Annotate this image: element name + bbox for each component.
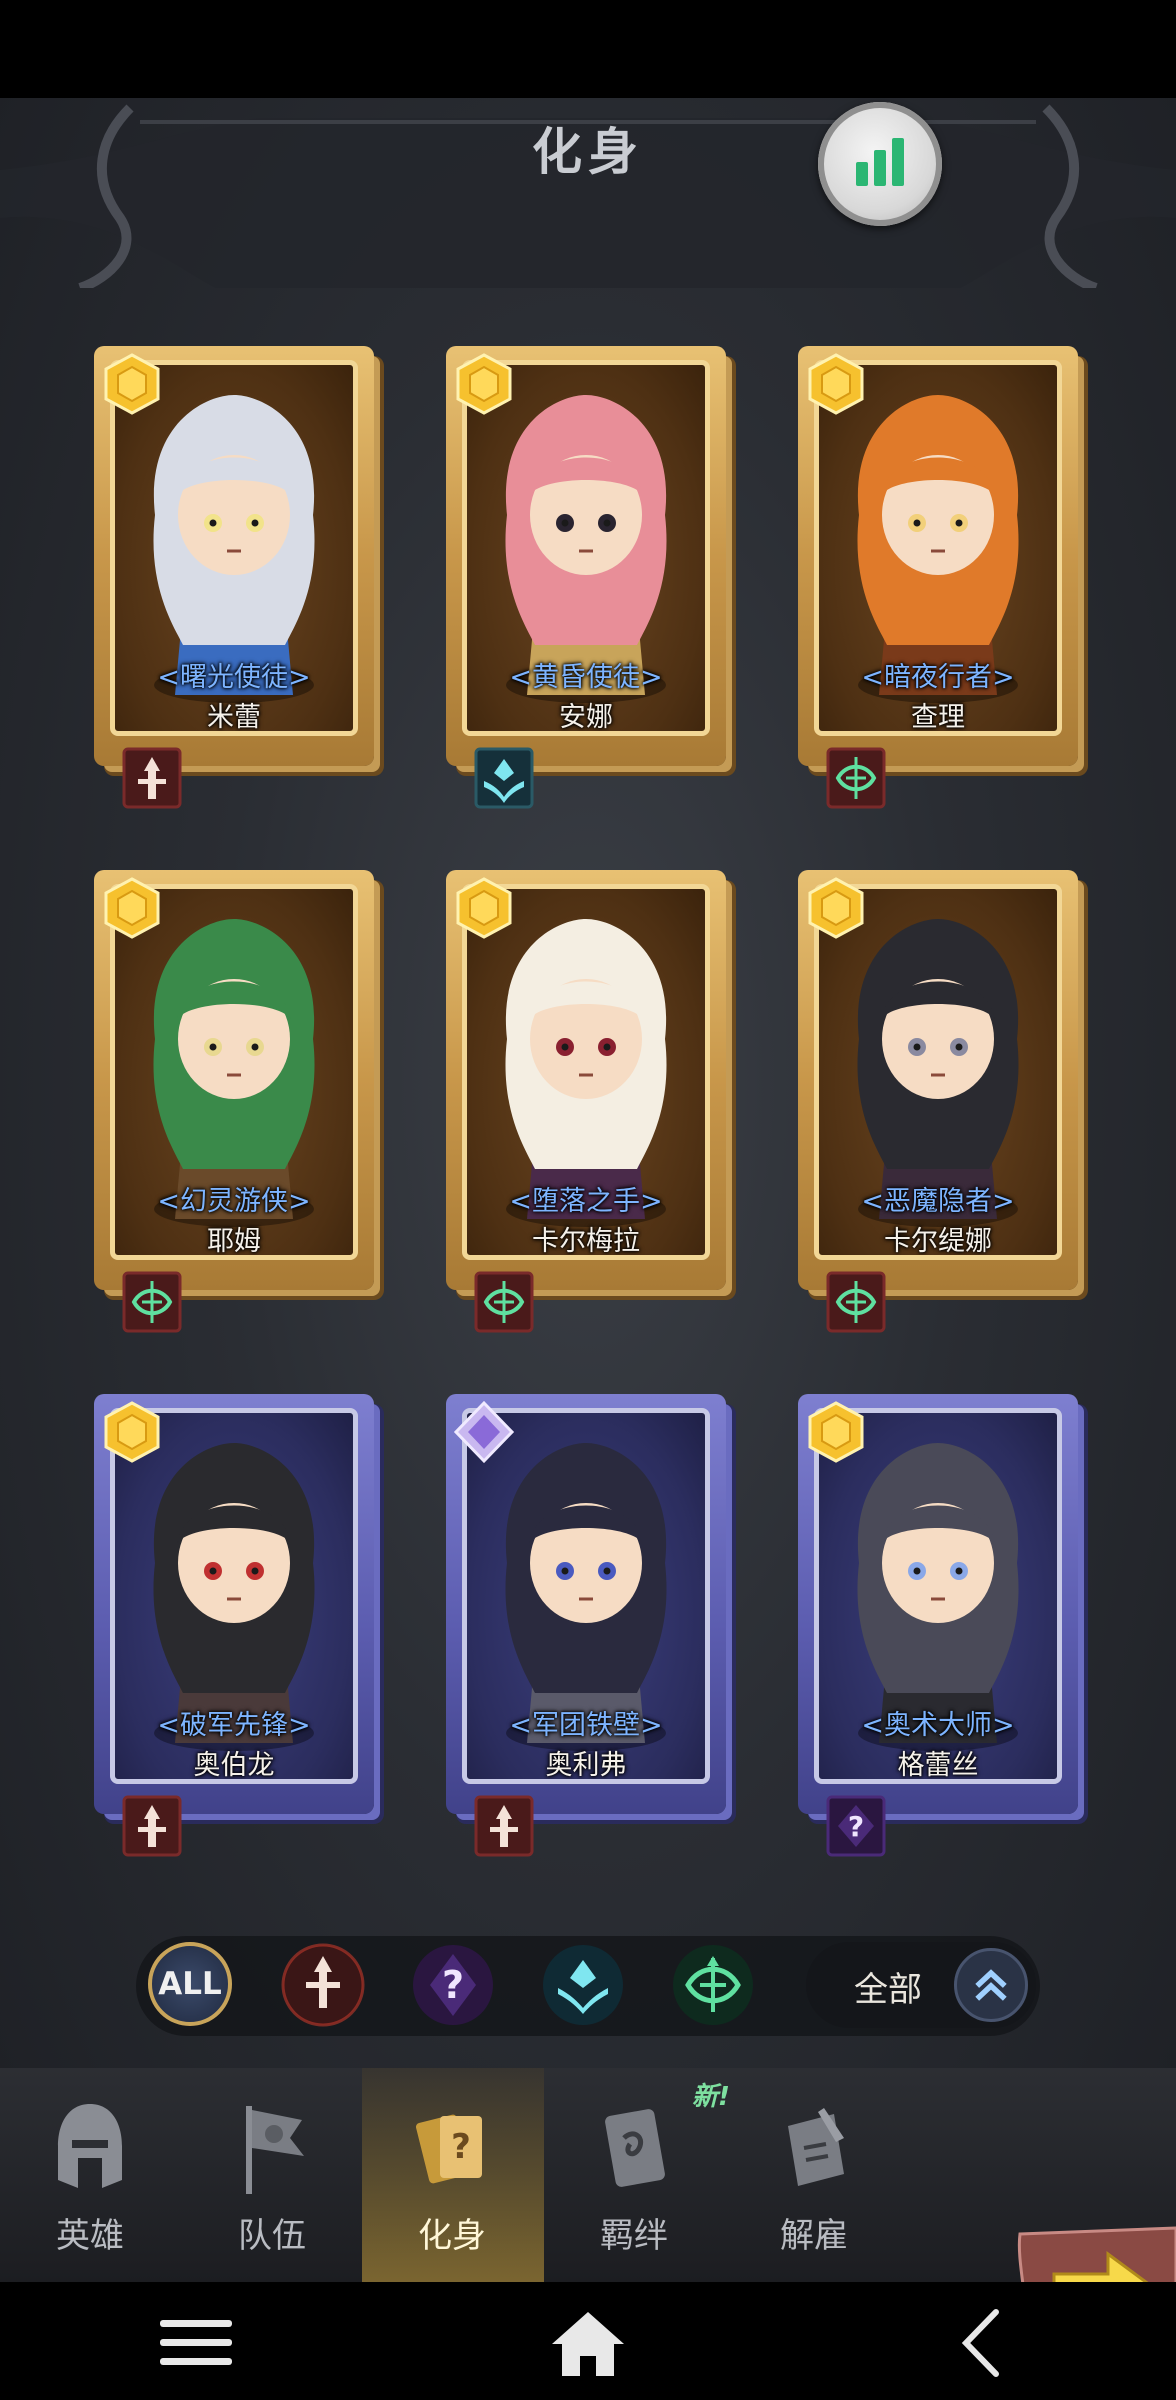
card-role: <军团铁壁> [509, 1710, 663, 1741]
page-title: 化身 [532, 123, 644, 181]
warrior-class-icon [122, 747, 182, 809]
filter-ranger-button[interactable] [670, 1942, 756, 2028]
bar-chart-icon [856, 138, 904, 186]
card-role: <奥术大师> [861, 1710, 1015, 1741]
double-chevron-up-icon [954, 1948, 1028, 2022]
status-bar [0, 0, 1176, 98]
ranger-class-icon [826, 1271, 886, 1333]
tab-label: 解雇 [780, 2216, 848, 2256]
card-role: <黄昏使徒> [509, 662, 663, 693]
card-name: 卡尔缇娜 [884, 1226, 992, 1257]
next-arrow-button[interactable] [1014, 2224, 1176, 2282]
scroll-icon [605, 2109, 665, 2187]
header: 化身 [0, 98, 1176, 288]
filter-all-button[interactable]: ALL [148, 1942, 232, 2026]
mage-class-icon: ? [826, 1795, 886, 1857]
home-icon[interactable] [548, 2308, 628, 2378]
svg-text:?: ? [451, 2127, 471, 2167]
card-name: 奥伯龙 [193, 1750, 275, 1781]
svg-text:?: ? [848, 1810, 864, 1843]
avatar-card[interactable]: <恶魔隐者> 卡尔缇娜 [798, 870, 1088, 1333]
bottom-nav: 英雄 队伍 ? 化身 羁绊 新! 解雇 [0, 2068, 1176, 2282]
priest-class-icon [474, 747, 534, 809]
warrior-class-icon [122, 1795, 182, 1857]
card-inner: <恶魔隐者> 卡尔缇娜 [814, 884, 1062, 1260]
card-inner: <奥术大师> 格蕾丝 [814, 1408, 1062, 1784]
system-nav-bar [0, 2282, 1176, 2400]
ranger-class-icon [122, 1271, 182, 1333]
rarity-gem-icon [104, 353, 160, 415]
dismiss-scroll-icon [788, 2108, 844, 2186]
tab-label: 队伍 [238, 2216, 306, 2256]
sort-dropdown[interactable]: 全部 [806, 1942, 1036, 2028]
avatar-card[interactable]: <暗夜行者> 查理 [798, 346, 1088, 809]
card-name: 耶姆 [207, 1226, 261, 1257]
rarity-gem-icon [456, 353, 512, 415]
filter-warrior-button[interactable] [280, 1942, 366, 2028]
tab-heroes[interactable]: 英雄 [0, 2098, 180, 2282]
tab-label: 羁绊 [600, 2216, 668, 2256]
avatar-card[interactable]: <堕落之手> 卡尔梅拉 [446, 870, 736, 1333]
mage-filter-icon: ? [413, 1945, 493, 2025]
tab-label: 英雄 [56, 2216, 124, 2256]
rarity-gem-icon [104, 877, 160, 939]
warrior-filter-icon [281, 1943, 365, 2027]
filter-priest-button[interactable] [540, 1942, 626, 2028]
tab-bonds[interactable]: 羁绊 [544, 2098, 724, 2282]
ranger-filter-icon [673, 1945, 753, 2025]
card-role: <破军先锋> [157, 1710, 311, 1741]
avatar-card[interactable]: <奥术大师> 格蕾丝? [798, 1394, 1088, 1857]
sort-dropdown-label: 全部 [854, 1970, 922, 2010]
card-inner: <幻灵游侠> 耶姆 [110, 884, 358, 1260]
rarity-gem-icon [808, 877, 864, 939]
cards-icon: ? [415, 2114, 482, 2184]
card-inner: <黄昏使徒> 安娜 [462, 360, 710, 736]
rarity-gem-icon [456, 877, 512, 939]
card-inner: <破军先锋> 奥伯龙 [110, 1408, 358, 1784]
avatar-card[interactable]: <破军先锋> 奥伯龙 [94, 1394, 384, 1857]
avatar-screen: 化身 <曙光使徒> 米蕾 <黄昏使徒> 安娜 <暗夜行者> 查理 <幻灵游侠> 耶姆 <堕落之手… [0, 98, 1176, 2282]
card-inner: <曙光使徒> 米蕾 [110, 360, 358, 736]
card-inner: <堕落之手> 卡尔梅拉 [462, 884, 710, 1260]
card-inner: <军团铁壁> 奥利弗 [462, 1408, 710, 1784]
tab-team[interactable]: 队伍 [182, 2098, 362, 2282]
card-name: 奥利弗 [545, 1750, 627, 1781]
helmet-icon [58, 2104, 122, 2188]
rarity-gem-icon [454, 1400, 514, 1464]
card-name: 安娜 [559, 702, 613, 733]
card-inner: <暗夜行者> 查理 [814, 360, 1062, 736]
ranger-class-icon [826, 747, 886, 809]
card-name: 卡尔梅拉 [532, 1226, 640, 1257]
tab-avatar[interactable]: ? 化身 [362, 2098, 542, 2282]
card-role: <恶魔隐者> [861, 1186, 1015, 1217]
card-role: <曙光使徒> [157, 662, 311, 693]
rarity-gem-icon [104, 1401, 160, 1463]
avatar-card[interactable]: <黄昏使徒> 安娜 [446, 346, 736, 809]
avatar-card[interactable]: <军团铁壁> 奥利弗 [446, 1394, 736, 1857]
flag-icon [246, 2106, 304, 2194]
priest-filter-icon [543, 1945, 623, 2025]
ranger-class-icon [474, 1271, 534, 1333]
avatar-card[interactable]: <曙光使徒> 米蕾 [94, 346, 384, 809]
tab-dismiss[interactable]: 解雇 [724, 2098, 904, 2282]
avatar-card[interactable]: <幻灵游侠> 耶姆 [94, 870, 384, 1333]
tab-label: 化身 [418, 2216, 486, 2256]
card-role: <幻灵游侠> [157, 1186, 311, 1217]
rarity-gem-icon [808, 1401, 864, 1463]
rarity-gem-icon [808, 353, 864, 415]
svg-text:?: ? [442, 1963, 464, 2007]
menu-icon[interactable] [156, 2308, 236, 2378]
stats-button[interactable] [818, 102, 942, 226]
back-icon[interactable] [944, 2308, 1024, 2378]
warrior-class-icon [474, 1795, 534, 1857]
card-role: <堕落之手> [509, 1186, 663, 1217]
card-name: 查理 [911, 702, 965, 733]
card-name: 米蕾 [207, 702, 261, 733]
card-role: <暗夜行者> [861, 662, 1015, 693]
filter-mage-button[interactable]: ? [410, 1942, 496, 2028]
card-name: 格蕾丝 [897, 1750, 979, 1781]
